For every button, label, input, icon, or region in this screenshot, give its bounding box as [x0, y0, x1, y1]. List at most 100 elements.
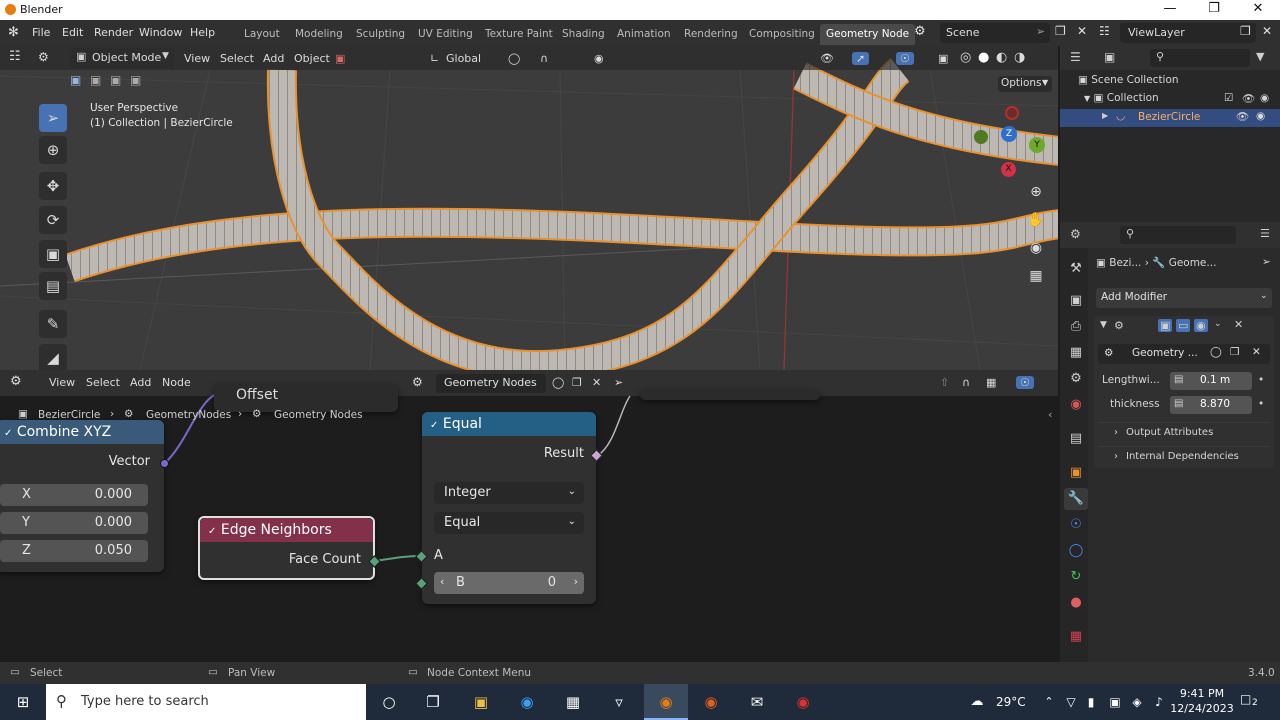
sidebar-toggle-icon[interactable]: ‹: [1048, 408, 1052, 421]
x-value-field[interactable]: X 0.000: [0, 484, 148, 506]
keyframe-dot-icon[interactable]: •: [1258, 374, 1264, 386]
tab-compositing[interactable]: Compositing: [749, 28, 815, 40]
usb-icon[interactable]: ▽: [1060, 692, 1082, 712]
options-icon[interactable]: ☰: [1260, 227, 1270, 240]
partial-node-top[interactable]: [640, 390, 820, 400]
z-value-field[interactable]: Z 0.050: [0, 540, 148, 562]
object-mode-dropdown[interactable]: ▣ Object Mode ▼: [70, 48, 174, 68]
modifier-panel-geometry-nodes[interactable]: ▼ ⚙ ▣ ▭ ◉ ⌄ ✕ ⚙ Geometry ... ◯ ❐ ✕ Lengt…: [1094, 316, 1274, 468]
tab-tool[interactable]: ⚒: [1064, 258, 1088, 280]
scene-collection-row[interactable]: ▣ Scene Collection: [1078, 74, 1179, 86]
vp-menu-select[interactable]: Select: [220, 52, 254, 65]
tab-rendering[interactable]: Rendering: [684, 28, 738, 40]
panel-internal-dependencies[interactable]: › Internal Dependencies: [1098, 446, 1270, 466]
tab-constraints[interactable]: ↻: [1064, 566, 1088, 588]
tab-layout[interactable]: Layout: [244, 28, 280, 40]
xray-icon[interactable]: ▣: [938, 52, 948, 65]
expand-icon[interactable]: ▼: [1084, 94, 1090, 103]
taskbar-search-box[interactable]: ⚲ Type here to search: [46, 684, 366, 720]
pan-hand-icon[interactable]: ✋: [1024, 208, 1048, 232]
new-scene-icon[interactable]: ❐: [1055, 24, 1066, 38]
properties-editor[interactable]: ⚙ ⚲ ☰ ⚒ ▣ ⎙ ▦ ⚙ ◉ ▤ ▣ 🔧 ☉ ◯ ↻ ● ▦ ▣ Bezi…: [1060, 222, 1280, 662]
node-header[interactable]: ✓ Equal: [422, 412, 596, 436]
gizmo-toggle-icon[interactable]: ➚: [852, 52, 870, 65]
vp-menu-object[interactable]: Object: [294, 52, 330, 65]
tab-texture[interactable]: ▦: [1064, 626, 1088, 648]
cortana-icon[interactable]: ○: [378, 692, 400, 712]
edge-browser-icon[interactable]: ◉: [516, 692, 538, 712]
y-value-field[interactable]: Y 0.000: [0, 512, 148, 534]
tab-texture-paint[interactable]: Texture Paint: [485, 28, 553, 40]
outliner-search-input[interactable]: ⚲: [1150, 49, 1250, 67]
weather-icon[interactable]: ☁: [966, 692, 988, 712]
chevron-down-icon[interactable]: ✓: [4, 428, 12, 439]
node-equal[interactable]: ✓ Equal Result Integer ⌄ Equal ⌄ A ‹ B 0…: [422, 412, 596, 604]
blender-menu-icon[interactable]: ✻: [8, 25, 19, 40]
x-axis-icon[interactable]: X: [1001, 162, 1016, 177]
vector-output-socket[interactable]: [160, 459, 169, 468]
tab-modeling[interactable]: Modeling: [295, 28, 343, 40]
windows-start-icon[interactable]: ⊞: [12, 692, 34, 712]
mail-icon[interactable]: ✉: [746, 692, 768, 712]
eye-icon[interactable]: 👁: [1236, 110, 1249, 123]
scene-icon[interactable]: ⚙: [914, 24, 926, 39]
node-editor[interactable]: ⚙ View Select Add Node ⚙ Geometry Nodes …: [0, 370, 1058, 662]
rotate-tool[interactable]: ⟳: [39, 206, 67, 234]
cursor-tool[interactable]: ⊕: [39, 136, 67, 164]
tab-scene[interactable]: ⚙: [1064, 368, 1088, 390]
collection-row[interactable]: ▼ ▣ Collection ☑ 👁 ◉: [1084, 92, 1280, 105]
clock[interactable]: 9:41 PM 12/24/2023: [1170, 686, 1234, 716]
store-icon[interactable]: ▦: [562, 692, 584, 712]
pivot-icon[interactable]: ◯: [508, 52, 520, 65]
move-tool[interactable]: ✥: [39, 172, 67, 200]
attribute-toggle-icon[interactable]: ▤: [1174, 398, 1183, 409]
microphone-icon[interactable]: ▮: [1080, 692, 1102, 712]
app-icon-2[interactable]: ◉: [700, 692, 722, 712]
delete-view-layer-icon[interactable]: ✕: [1262, 24, 1272, 38]
compare-mode-dropdown[interactable]: Equal ⌄: [434, 512, 584, 534]
tab-animation[interactable]: Animation: [617, 28, 671, 40]
show-hidden-icons[interactable]: ⌃: [1038, 692, 1060, 712]
options-dropdown[interactable]: Options ▼: [998, 76, 1052, 92]
battery-icon[interactable]: ▣: [1104, 692, 1126, 712]
filter-icon[interactable]: ▼: [1256, 50, 1264, 63]
menu-help[interactable]: Help: [190, 26, 215, 39]
delete-scene-icon[interactable]: ✕: [1077, 24, 1087, 38]
viewport-toggle-icon[interactable]: ▭: [1176, 319, 1191, 332]
properties-search-input[interactable]: ⚲: [1120, 226, 1236, 244]
y-axis-icon[interactable]: Y: [1029, 137, 1045, 153]
collapse-icon[interactable]: ▼: [1100, 320, 1107, 330]
wireframe-shading-icon[interactable]: ◎: [960, 50, 971, 65]
tab-view-layer[interactable]: ▦: [1064, 342, 1088, 364]
dropdown-icon[interactable]: ⌄: [1214, 319, 1222, 329]
recorder-icon[interactable]: ◉: [792, 692, 814, 712]
tab-uv-editing[interactable]: UV Editing: [418, 28, 473, 40]
cursor-tool-icon[interactable]: ⚙: [38, 50, 49, 64]
node-combine-xyz[interactable]: ✓ Combine XYZ Vector X 0.000 Y 0.000 Z 0…: [0, 420, 164, 572]
remove-modifier-icon[interactable]: ✕: [1234, 318, 1243, 331]
pin-icon[interactable]: ➢: [1036, 25, 1045, 38]
eye-icon[interactable]: 👁: [1242, 92, 1255, 105]
duplicate-icon[interactable]: ❐: [1230, 346, 1239, 358]
new-view-layer-icon[interactable]: ❐: [1240, 24, 1251, 38]
visibility-icon[interactable]: 👁: [820, 52, 834, 65]
view-layer-selector[interactable]: ViewLayer: [1120, 23, 1256, 43]
close-window-button[interactable]: ✕: [1236, 0, 1280, 20]
outliner[interactable]: ☰ ▣ ⚲ ▼ ▣ Scene Collection ▼ ▣ Collectio…: [1060, 46, 1280, 222]
vp-menu-add[interactable]: Add: [263, 52, 284, 65]
blender-taskbar-icon[interactable]: ◉: [644, 684, 688, 720]
neg-x-axis-icon[interactable]: [1005, 106, 1019, 120]
data-type-dropdown[interactable]: Integer ⌄: [434, 482, 584, 504]
proportional-edit-icon[interactable]: ◉: [594, 52, 604, 65]
node-group-selector[interactable]: ⚙ Geometry ... ◯ ❐ ✕: [1098, 344, 1270, 364]
menu-render[interactable]: Render: [94, 26, 133, 39]
keyframe-dot-icon[interactable]: •: [1258, 398, 1264, 410]
scene-selector[interactable]: Scene ➢: [940, 23, 1050, 43]
tab-sculpting[interactable]: Sculpting: [356, 28, 405, 40]
ortho-grid-icon[interactable]: ▦: [1024, 264, 1048, 288]
chevron-down-icon[interactable]: ✓: [208, 526, 216, 537]
tab-geometry-nodes[interactable]: Geometry Node: [820, 24, 916, 45]
tab-physics[interactable]: ◯: [1064, 540, 1088, 562]
selection-mode-buttons[interactable]: ▣ ▣ ▣ ▣: [68, 73, 158, 89]
app-icon[interactable]: ▿: [608, 692, 630, 712]
